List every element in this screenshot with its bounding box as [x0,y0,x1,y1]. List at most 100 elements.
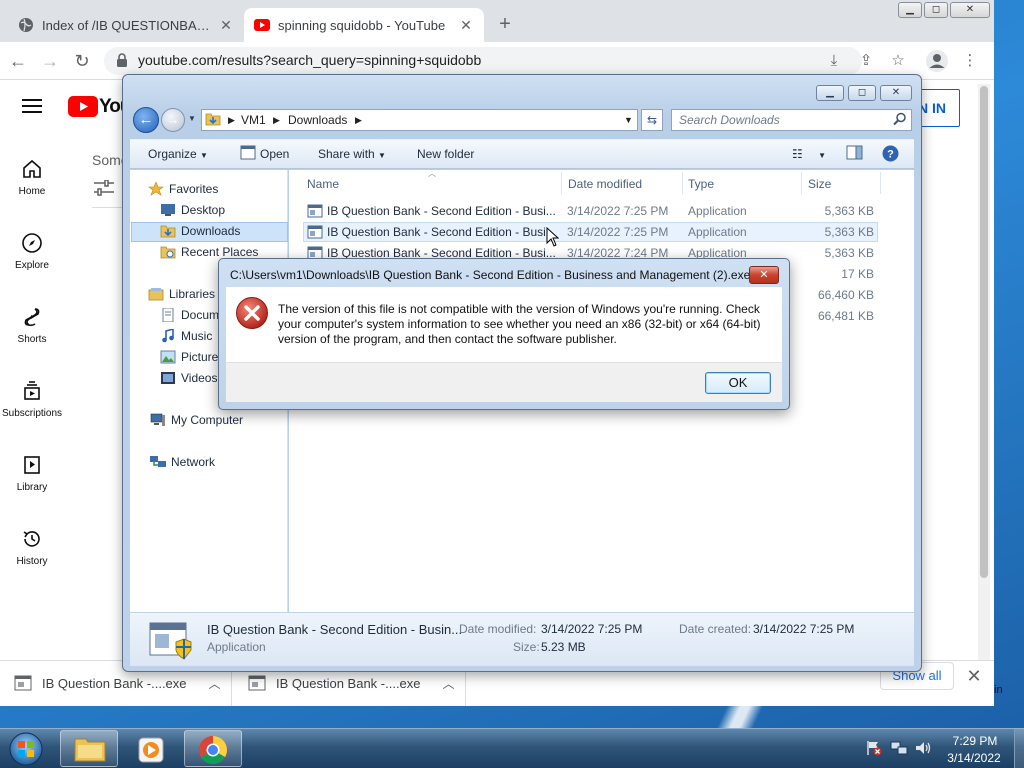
show-desktop-button[interactable] [1014,729,1024,768]
downloads-folder-icon [160,225,176,238]
ok-button[interactable]: OK [705,372,771,394]
tab-close-icon[interactable]: ✕ [218,17,234,34]
action-center-flag-icon[interactable] [866,740,882,756]
nav-downloads[interactable]: Downloads [160,221,240,241]
column-separator[interactable] [561,172,562,194]
nav-documents[interactable]: Docum [160,305,219,325]
chevron-down-icon[interactable]: ▼ [188,114,198,124]
volume-icon[interactable] [914,740,931,756]
sidebar-item-subscriptions[interactable]: Subscriptions [0,380,64,419]
nav-my-computer[interactable]: My Computer [150,410,243,430]
details-size: 5.23 MB [541,640,586,654]
taskbar-media-player[interactable] [122,730,180,767]
sidebar-item-label: Library [16,482,48,493]
youtube-logo[interactable]: You [68,96,132,118]
column-separator[interactable] [682,172,683,194]
column-separator[interactable] [801,172,802,194]
chevron-down-icon[interactable]: ▼ [624,115,633,125]
nav-libraries[interactable]: Libraries [148,284,215,304]
nav-pictures[interactable]: Picture [160,347,218,367]
sidebar-item-home[interactable]: Home [0,158,64,197]
maximize-button[interactable]: ◻ [924,2,948,18]
forward-arrow-icon[interactable]: → [161,108,185,132]
nav-network[interactable]: Network [150,452,215,472]
close-icon[interactable]: ✕ [964,666,984,686]
address-bar[interactable] [201,109,638,131]
column-header-name[interactable]: Name [307,177,339,191]
view-options-icon[interactable]: ☷ ▼ [792,147,826,161]
tab-index-questionbanks[interactable]: Index of /IB QUESTIONBANKS/2... ✕ [8,8,244,42]
share-icon[interactable]: ⇪ [856,51,876,71]
network-tray-icon[interactable] [890,740,908,756]
new-tab-button[interactable]: + [494,14,516,36]
minimize-button[interactable]: ▁ [898,2,922,18]
column-separator[interactable] [880,172,881,194]
nav-music[interactable]: Music [160,326,212,346]
folder-icon [74,738,106,762]
search-icon[interactable] [893,112,907,126]
videos-icon [161,372,175,384]
menu-kebab-icon[interactable]: ⋮ [960,51,980,71]
chevron-down-icon[interactable]: ▼ [818,151,826,160]
sidebar-item-explore[interactable]: Explore [0,232,64,271]
hamburger-menu-icon[interactable] [22,98,42,114]
explorer-maximize-button[interactable]: ◻ [848,85,876,101]
install-icon[interactable]: ⤓ [824,51,844,71]
file-size: 5,363 KB [824,204,874,218]
bookmark-star-icon[interactable]: ☆ [888,51,908,71]
column-header-date-modified[interactable]: Date modified [568,177,642,191]
open-button[interactable]: Open [260,147,289,161]
profile-avatar-icon[interactable] [926,50,948,72]
close-button[interactable]: ✕ [950,2,990,18]
chevron-right-icon[interactable]: ▶ [273,115,280,126]
url-text[interactable]: youtube.com/results?search_query=spinnin… [138,52,481,68]
sidebar-item-library[interactable]: Library [0,454,64,493]
tab-close-icon[interactable]: ✕ [458,17,474,34]
clock-time[interactable]: 7:29 PM [950,734,1000,748]
chevron-up-icon[interactable]: ︿ [209,675,221,692]
chevron-right-icon[interactable]: ▶ [228,115,235,126]
dialog-close-button[interactable]: ✕ [749,266,779,284]
chevron-right-icon[interactable]: ▶ [355,115,362,126]
documents-icon [162,308,174,322]
dialog-title: C:\Users\vm1\Downloads\IB Question Bank … [230,268,751,282]
new-folder-button[interactable]: New folder [417,147,474,161]
explorer-minimize-button[interactable]: ▁ [816,85,844,101]
nav-favorites[interactable]: Favorites [148,179,218,199]
preview-pane-icon[interactable] [846,145,863,160]
chevron-up-icon[interactable]: ︿ [443,675,455,692]
nav-desktop[interactable]: Desktop [160,200,225,220]
sign-in-button[interactable]: N IN [916,89,960,127]
back-arrow-icon[interactable]: ← [7,50,29,72]
column-header-size[interactable]: Size [808,177,831,191]
explorer-close-button[interactable]: ✕ [880,85,912,101]
reload-icon[interactable]: ↻ [71,50,93,72]
taskbar-windows-explorer[interactable] [60,730,118,767]
file-type: Application [688,204,747,218]
table-row[interactable]: IB Question Bank - Second Edition - Busi… [303,222,878,242]
filter-sliders-icon[interactable] [94,179,114,196]
page-scrollbar-thumb[interactable] [980,86,988,578]
nav-label: Network [171,455,216,469]
forward-arrow-icon[interactable]: → [39,50,61,72]
help-icon[interactable]: ? [882,145,899,162]
sidebar-item-shorts[interactable]: Shorts [0,306,64,345]
back-arrow-icon[interactable]: ← [133,107,159,133]
tab-youtube[interactable]: spinning squidobb - YouTube ✕ [244,8,484,42]
lock-icon[interactable] [116,53,130,69]
share-with-button[interactable]: Share with ▼ [318,147,386,161]
refresh-icon[interactable]: ⇆ [641,109,663,131]
breadcrumb-downloads[interactable]: Downloads [288,113,347,127]
details-size-label: Size: [513,640,540,654]
youtube-icon [254,17,270,33]
breadcrumb-vm1[interactable]: VM1 [241,113,266,127]
file-name: IB Question Bank - Second Edition - Busi… [327,204,556,218]
table-row[interactable]: IB Question Bank - Second Edition - Busi… [303,201,878,221]
clock-date[interactable]: 3/14/2022 [946,751,1002,765]
taskbar-google-chrome[interactable] [184,730,242,767]
start-button[interactable] [4,730,48,768]
sidebar-item-history[interactable]: History [0,528,64,567]
column-header-type[interactable]: Type [688,177,714,191]
nav-videos[interactable]: Videos [160,368,217,388]
organize-button[interactable]: Organize ▼ [148,147,208,161]
